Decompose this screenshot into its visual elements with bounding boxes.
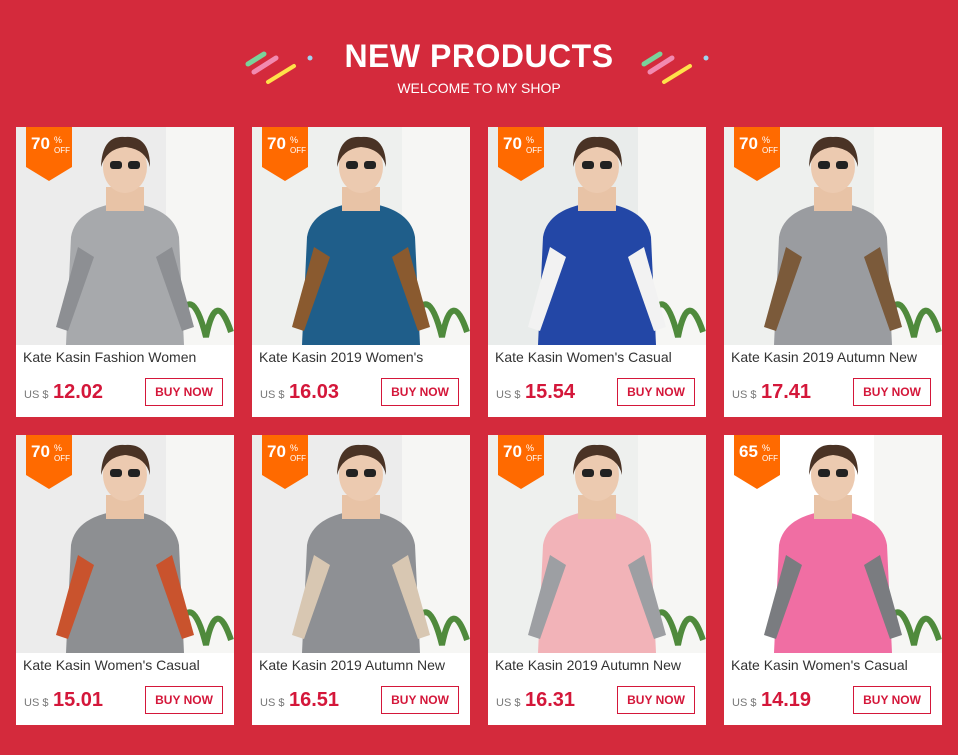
buy-now-button[interactable]: BUY NOW [145, 378, 223, 406]
buy-now-button[interactable]: BUY NOW [617, 686, 695, 714]
discount-percent-sign: % [290, 135, 299, 145]
discount-off-label: OFF [526, 454, 542, 463]
price-currency: US $ [24, 697, 49, 709]
discount-value: 70 [31, 442, 50, 461]
product-card[interactable]: 70 % OFF Kate Kasin 2019 Women's US $ 16… [252, 127, 470, 417]
discount-value: 70 [267, 134, 286, 153]
discount-percent-sign: % [54, 443, 63, 453]
buy-now-button[interactable]: BUY NOW [381, 378, 459, 406]
discount-off-label: OFF [762, 454, 778, 463]
product-price: 16.03 [289, 381, 340, 403]
product-name[interactable]: Kate Kasin Women's Casual [23, 657, 229, 673]
price-currency: US $ [24, 389, 49, 401]
product-price: 12.02 [53, 381, 104, 403]
discount-percent-sign: % [290, 443, 299, 453]
discount-off-label: OFF [762, 146, 778, 155]
discount-off-label: OFF [54, 146, 70, 155]
discount-off-label: OFF [54, 454, 70, 463]
product-card[interactable]: 70 % OFF Kate Kasin 2019 Autumn New US $… [252, 435, 470, 725]
price-currency: US $ [260, 389, 285, 401]
discount-value: 70 [31, 134, 50, 153]
product-name[interactable]: Kate Kasin Women's Casual [495, 349, 701, 365]
discount-percent-sign: % [526, 135, 535, 145]
discount-value: 65 [739, 442, 758, 461]
price-currency: US $ [732, 697, 757, 709]
page-subtitle: WELCOME TO MY SHOP [397, 80, 561, 96]
product-price: 17.41 [761, 381, 812, 403]
discount-percent-sign: % [762, 135, 771, 145]
price-currency: US $ [496, 697, 521, 709]
product-price: 14.19 [761, 689, 812, 711]
product-card[interactable]: 70 % OFF Kate Kasin Women's Casual US $ … [488, 127, 706, 417]
product-price: 15.54 [525, 381, 576, 403]
buy-now-button[interactable]: BUY NOW [381, 686, 459, 714]
discount-off-label: OFF [526, 146, 542, 155]
discount-percent-sign: % [54, 135, 63, 145]
page-header: NEW PRODUCTS WELCOME TO MY SHOP [0, 0, 958, 120]
product-card[interactable]: 70 % OFF Kate Kasin 2019 Autumn New US $… [724, 127, 942, 417]
product-name[interactable]: Kate Kasin 2019 Autumn New [731, 349, 937, 365]
product-price: 16.51 [289, 689, 340, 711]
price-currency: US $ [732, 389, 757, 401]
price-currency: US $ [260, 697, 285, 709]
buy-now-button[interactable]: BUY NOW [617, 378, 695, 406]
discount-value: 70 [503, 134, 522, 153]
product-card[interactable]: 65 % OFF Kate Kasin Women's Casual US $ … [724, 435, 942, 725]
product-card[interactable]: 70 % OFF Kate Kasin Fashion Women US $ 1… [16, 127, 234, 417]
product-name[interactable]: Kate Kasin Women's Casual [731, 657, 937, 673]
product-name[interactable]: Kate Kasin 2019 Autumn New [495, 657, 701, 673]
product-name[interactable]: Kate Kasin Fashion Women [23, 349, 229, 365]
product-card[interactable]: 70 % OFF Kate Kasin 2019 Autumn New US $… [488, 435, 706, 725]
product-price: 16.31 [525, 689, 576, 711]
discount-off-label: OFF [290, 454, 306, 463]
page-title: NEW PRODUCTS [344, 38, 614, 74]
discount-percent-sign: % [762, 443, 771, 453]
product-price: 15.01 [53, 689, 104, 711]
product-card[interactable]: 70 % OFF Kate Kasin Women's Casual US $ … [16, 435, 234, 725]
product-name[interactable]: Kate Kasin 2019 Autumn New [259, 657, 465, 673]
buy-now-button[interactable]: BUY NOW [145, 686, 223, 714]
discount-off-label: OFF [290, 146, 306, 155]
product-name[interactable]: Kate Kasin 2019 Women's [259, 349, 465, 365]
buy-now-button[interactable]: BUY NOW [853, 378, 931, 406]
discount-percent-sign: % [526, 443, 535, 453]
price-currency: US $ [496, 389, 521, 401]
discount-value: 70 [267, 442, 286, 461]
buy-now-button[interactable]: BUY NOW [853, 686, 931, 714]
confetti-decoration-right [641, 51, 709, 84]
discount-value: 70 [503, 442, 522, 461]
discount-value: 70 [739, 134, 758, 153]
